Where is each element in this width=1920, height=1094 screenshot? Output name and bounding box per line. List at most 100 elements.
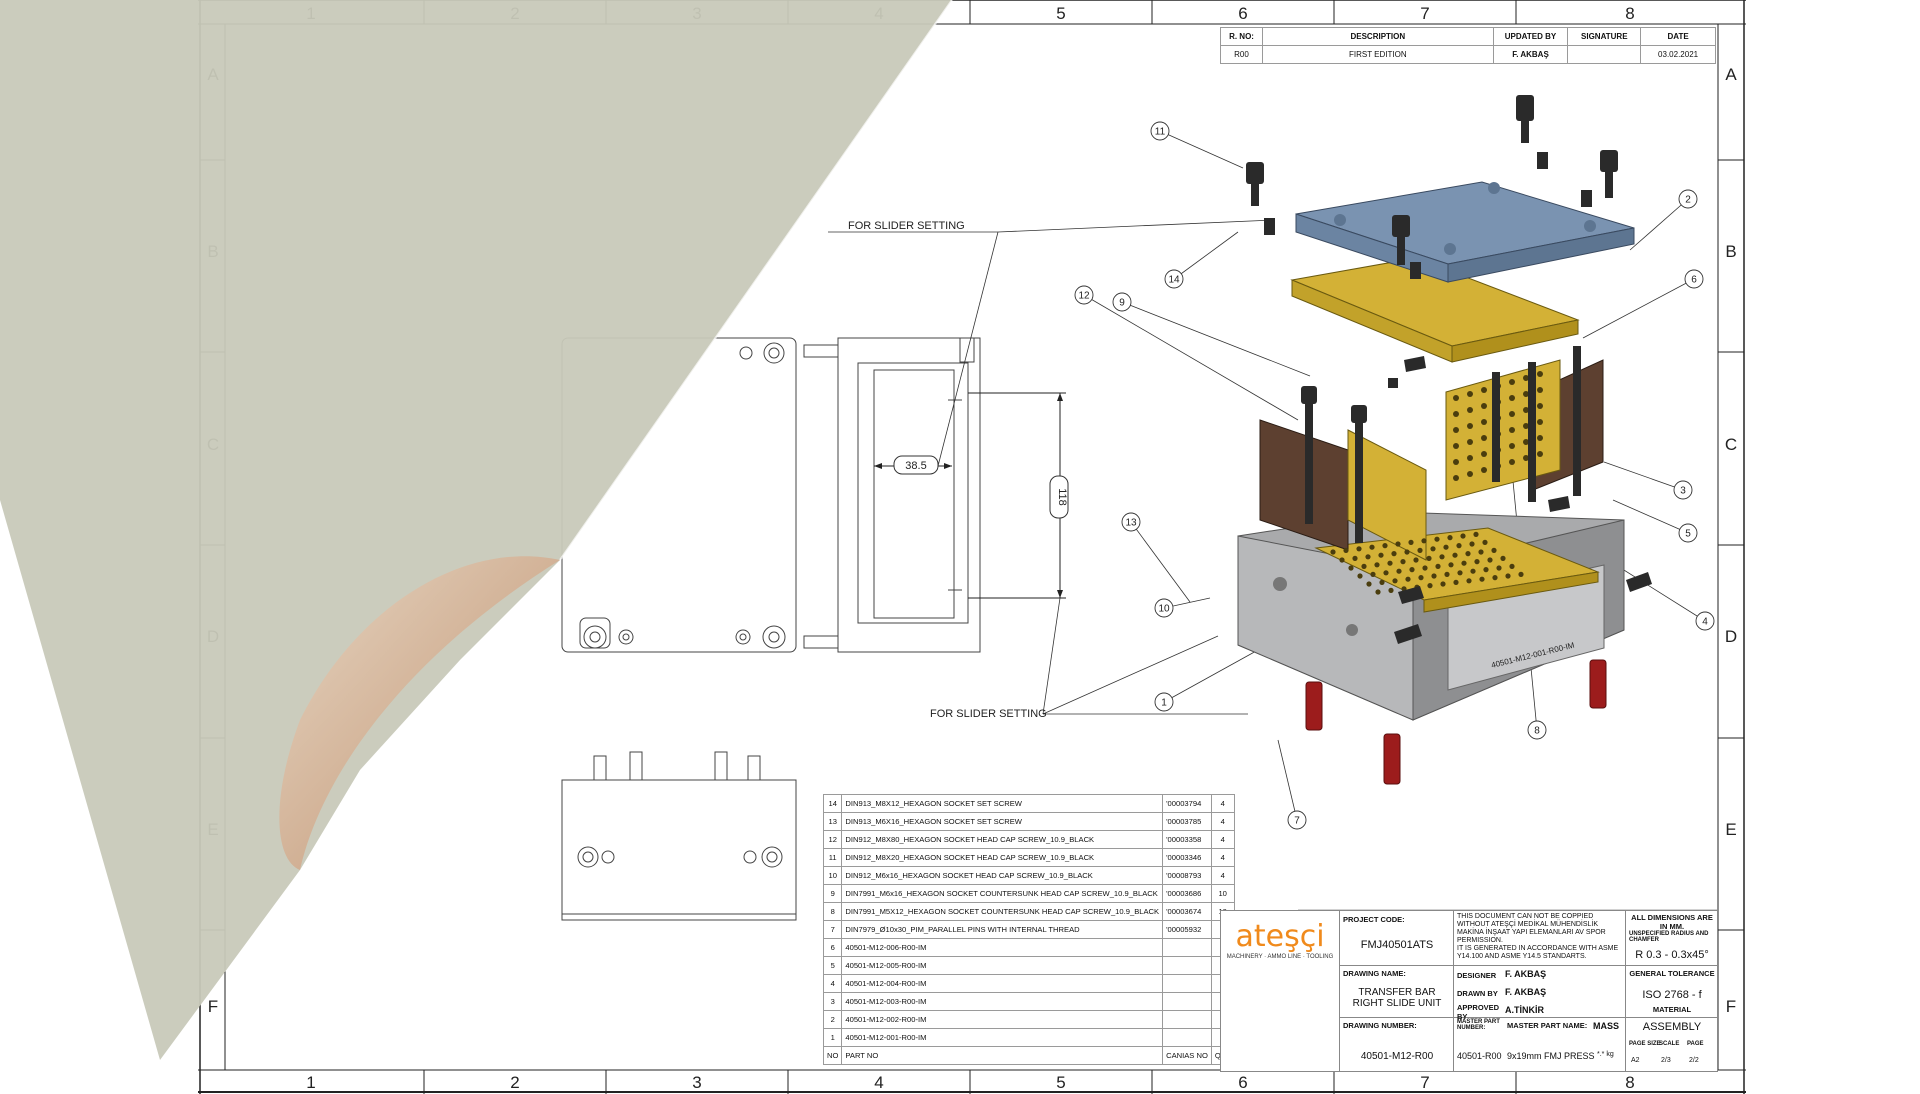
bom-cell-canias	[1162, 956, 1212, 975]
rev-date: 03.02.2021	[1640, 45, 1716, 64]
bom-cell-no: 9	[822, 884, 843, 903]
bom-cell-part: 40501-M12-003-R00-IM	[841, 992, 1164, 1011]
zone-row-label: F	[208, 997, 218, 1016]
bom-cell-canias: '00003686	[1162, 884, 1212, 903]
designer-label: DESIGNER	[1457, 971, 1497, 980]
zone-col-label: 7	[1420, 1073, 1429, 1092]
balloon-label: 2	[1685, 195, 1691, 206]
slider-note-bottom: FOR SLIDER SETTING	[930, 708, 1047, 720]
bom-cell-part: DIN913_M8X12_HEXAGON SOCKET SET SCREW	[841, 794, 1164, 813]
page-label: PAGE	[1687, 1041, 1704, 1047]
zone-row-label: E	[1725, 820, 1736, 839]
bom-row: 640501-M12-006-R00-IM1	[822, 938, 1235, 957]
zone-row-label: F	[1726, 997, 1736, 1016]
balloon-label: 3	[1680, 486, 1686, 497]
bom-header-part: PART NO	[841, 1046, 1164, 1065]
bom-header-canias: CANIAS NO	[1162, 1046, 1212, 1065]
bom-cell-part: 40501-M12-005-R00-IM	[841, 956, 1164, 975]
material: ASSEMBLY	[1642, 1021, 1702, 1033]
radius-value: R 0.3 - 0.3x45°	[1635, 949, 1709, 961]
mass-label: MASS	[1593, 1021, 1620, 1031]
drawing-name-label: DRAWING NAME:	[1343, 969, 1406, 978]
bom-cell-no: 4	[822, 974, 843, 993]
balloon-label: 10	[1158, 604, 1170, 615]
bom-cell-qty: 4	[1210, 794, 1235, 813]
bom-cell-canias	[1162, 1010, 1212, 1029]
bom-cell-qty: 10	[1210, 884, 1235, 903]
zone-row-label: C	[207, 435, 219, 454]
bom-cell-no: 3	[822, 992, 843, 1011]
revision-table: R. NO: DESCRIPTION UPDATED BY SIGNATURE …	[1219, 27, 1716, 64]
scale: 2/3	[1661, 1057, 1671, 1064]
zone-col-label: 4	[874, 4, 883, 23]
rev-signature	[1567, 45, 1642, 64]
bom-cell-no: 13	[822, 812, 843, 831]
bom-cell-no: 1	[822, 1028, 843, 1047]
bill-of-materials: 14 DIN913_M8X12_HEXAGON SOCKET SET SCREW '…	[822, 794, 1235, 1065]
bom-cell-canias	[1162, 938, 1212, 957]
balloon-label: 9	[1119, 298, 1125, 309]
bom-cell-canias: '00003785	[1162, 812, 1212, 831]
zone-col-label: 2	[510, 4, 519, 23]
balloon-label: 8	[1534, 726, 1540, 737]
zone-row-label: D	[1725, 627, 1737, 646]
bom-cell-part: DIN7991_M6x16_HEXAGON SOCKET COUNTERSUNK…	[841, 884, 1164, 903]
rev-header-no: R. NO:	[1219, 27, 1264, 46]
page: 2/2	[1689, 1057, 1699, 1064]
zone-row-label: A	[207, 65, 219, 84]
zone-row-label: B	[1725, 242, 1736, 261]
rev-header-updated: UPDATED BY	[1492, 27, 1569, 46]
bom-cell-part: DIN913_M6X16_HEXAGON SOCKET SET SCREW	[841, 812, 1164, 831]
bom-cell-canias	[1162, 992, 1212, 1011]
rev-header-signature: SIGNATURE	[1567, 27, 1642, 46]
bom-row: 7 DIN7979_Ø10x30_PIM_PARALLEL PINS WITH I…	[822, 920, 1235, 939]
zone-col-label: 8	[1625, 1073, 1634, 1092]
bom-cell-canias: '00003794	[1162, 794, 1212, 813]
bom-cell-no: 2	[822, 1010, 843, 1029]
zone-col-label: 2	[510, 1073, 519, 1092]
bom-row: 240501-M12-002-R00-IM1	[822, 1010, 1235, 1029]
bom-cell-part: DIN912_M6x16_HEXAGON SOCKET HEAD CAP SCR…	[841, 866, 1164, 885]
slider-note-top: FOR SLIDER SETTING	[848, 220, 965, 232]
bom-cell-no: 7	[822, 920, 843, 939]
drawing-name: TRANSFER BAR RIGHT SLIDE UNIT	[1352, 987, 1442, 1009]
bom-cell-no: 6	[822, 938, 843, 957]
zone-col-label: 7	[1420, 4, 1429, 23]
bom-cell-qty: 4	[1210, 812, 1235, 831]
zone-col-label: 3	[692, 4, 701, 23]
bom-cell-canias	[1162, 1028, 1212, 1047]
bom-row: 140501-M12-001-R00-IM1	[822, 1028, 1235, 1047]
balloon-label: 11	[1155, 127, 1166, 138]
brand-logo: ateşçi MACHINERY · AMMO LINE · TOOLING	[1225, 919, 1335, 960]
zone-col-label: 6	[1238, 1073, 1247, 1092]
zone-row-label: B	[207, 242, 218, 261]
rev-header-desc: DESCRIPTION	[1262, 27, 1494, 46]
balloon-label: 5	[1685, 529, 1691, 540]
dim-width: 38.5	[905, 460, 926, 472]
bom-row: 540501-M12-005-R00-IM2	[822, 956, 1235, 975]
material-label: MATERIAL	[1652, 1005, 1692, 1014]
radius-label: UNSPECIFIED RADIUS AND CHAMFER	[1629, 931, 1709, 943]
bom-row: 12 DIN912_M8X80_HEXAGON SOCKET HEAD CAP S…	[822, 830, 1235, 849]
bom-cell-qty: 4	[1210, 830, 1235, 849]
zone-col-label: 5	[1056, 1073, 1065, 1092]
bom-cell-no: 11	[822, 848, 843, 867]
drawing-number-label: DRAWING NUMBER:	[1343, 1021, 1417, 1030]
bom-cell-no: 10	[822, 866, 843, 885]
master-name-label: MASTER PART NAME:	[1507, 1021, 1588, 1030]
bom-cell-canias	[1162, 974, 1212, 993]
dim-height: 118	[1056, 488, 1068, 506]
zone-col-label: 4	[874, 1073, 883, 1092]
tolerance-label: GENERAL TOLERANCE	[1629, 969, 1715, 978]
bom-cell-no: 5	[822, 956, 843, 975]
bom-cell-canias: '00005932	[1162, 920, 1212, 939]
bom-cell-no: 8	[822, 902, 843, 921]
brand-tagline: MACHINERY · AMMO LINE · TOOLING	[1226, 954, 1334, 960]
bom-cell-no: 14	[822, 794, 843, 813]
zone-col-label: 6	[1238, 4, 1247, 23]
bom-row: 11 DIN912_M8X20_HEXAGON SOCKET HEAD CAP S…	[822, 848, 1235, 867]
drawn-by: F. AKBAŞ	[1505, 987, 1547, 997]
designer: F. AKBAŞ	[1505, 969, 1547, 979]
bom-row: 340501-M12-003-R00-IM2	[822, 992, 1235, 1011]
balloon-label: 4	[1702, 617, 1708, 628]
